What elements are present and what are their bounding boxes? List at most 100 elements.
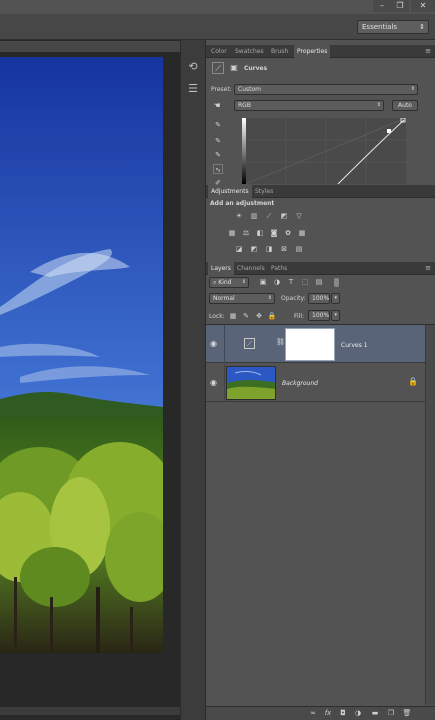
- opacity-slider-toggle[interactable]: ▾: [331, 293, 340, 304]
- curves-graph[interactable]: [245, 117, 407, 185]
- preset-dropdown[interactable]: Custom ⇕: [234, 84, 418, 95]
- hue-saturation-icon[interactable]: ▦: [227, 228, 237, 238]
- layer-thumbnail[interactable]: [226, 366, 276, 400]
- layer-style-icon[interactable]: fx: [323, 708, 333, 718]
- invert-icon[interactable]: ◪: [234, 244, 244, 254]
- lock-pixels-icon[interactable]: ✎: [241, 311, 251, 321]
- layer-mask-thumbnail[interactable]: [285, 328, 335, 361]
- filter-adjustment-icon[interactable]: ◑: [272, 277, 282, 287]
- adjust-panel-icon[interactable]: ☰: [184, 80, 202, 98]
- filter-toggle[interactable]: [334, 278, 339, 287]
- opacity-input[interactable]: 100%: [308, 293, 330, 304]
- filter-shape-icon[interactable]: ⬚: [300, 277, 310, 287]
- fill-slider-toggle[interactable]: ▾: [331, 310, 340, 321]
- preset-label: Preset:: [211, 86, 232, 93]
- layer-name: Curves 1: [341, 342, 368, 349]
- layers-scrollbar[interactable]: [425, 325, 435, 705]
- add-mask-icon[interactable]: ◘: [338, 708, 348, 718]
- tab-properties[interactable]: Properties: [294, 45, 331, 58]
- on-image-adjust-icon[interactable]: ☚: [211, 100, 223, 112]
- color-balance-icon[interactable]: ⚖: [241, 228, 251, 238]
- channel-dropdown[interactable]: RGB ⇕: [234, 100, 384, 111]
- tab-paths[interactable]: Paths: [268, 262, 290, 275]
- layer-name: Background: [282, 380, 318, 387]
- curves-adjustment-icon: ⟋: [212, 62, 224, 74]
- close-button[interactable]: ✕: [411, 0, 435, 12]
- eyedropper-white-icon[interactable]: ✎: [213, 150, 223, 160]
- black-white-icon[interactable]: ◧: [255, 228, 265, 238]
- tab-styles[interactable]: Styles: [252, 185, 276, 198]
- photo-filter-icon[interactable]: ◙: [269, 228, 279, 238]
- opacity-value: 100%: [312, 295, 330, 302]
- panel-menu-icon[interactable]: ≡: [425, 262, 431, 275]
- new-layer-icon[interactable]: ❐: [386, 708, 396, 718]
- fill-value: 100%: [312, 312, 330, 319]
- tab-color[interactable]: Color: [208, 45, 230, 58]
- curves-icon[interactable]: ⟋: [264, 211, 274, 221]
- tab-swatches[interactable]: Swatches: [232, 45, 267, 58]
- maximize-button[interactable]: ❐: [391, 0, 409, 12]
- history-icon[interactable]: ⟲: [184, 58, 202, 76]
- visibility-eye-icon[interactable]: ◉: [210, 378, 217, 387]
- new-adjustment-icon[interactable]: ◑: [353, 708, 363, 718]
- delete-layer-icon[interactable]: 🗑: [402, 708, 412, 718]
- minimize-icon: –: [380, 1, 384, 10]
- lock-label: Lock:: [209, 313, 225, 320]
- filter-type-icon[interactable]: T: [286, 277, 296, 287]
- lock-transparent-icon[interactable]: ▦: [228, 311, 238, 321]
- filter-smart-object-icon[interactable]: ▤: [314, 277, 324, 287]
- panel-menu-icon[interactable]: ≡: [425, 45, 431, 58]
- posterize-icon[interactable]: ◩: [249, 244, 259, 254]
- visibility-eye-icon[interactable]: ◉: [210, 339, 217, 348]
- gradient-map-icon[interactable]: ▤: [294, 244, 304, 254]
- layer-filter-dropdown[interactable]: ⌕ Kind ⇕: [209, 277, 249, 288]
- chevron-down-icon: ⇕: [376, 102, 381, 108]
- divider: [224, 364, 225, 402]
- filter-pixel-icon[interactable]: ▣: [258, 277, 268, 287]
- tab-adjustments[interactable]: Adjustments: [208, 185, 252, 198]
- properties-tabbar: Color Swatches Brush Properties ≡: [206, 45, 435, 58]
- brightness-icon[interactable]: ☀: [234, 211, 244, 221]
- levels-icon[interactable]: ▥: [249, 211, 259, 221]
- document-tab[interactable]: [0, 41, 180, 53]
- lock-position-icon[interactable]: ✥: [254, 311, 264, 321]
- options-bar: Essentials ⇕: [0, 14, 435, 40]
- eyedropper-black-icon[interactable]: ✎: [213, 120, 223, 130]
- workspace-switcher[interactable]: Essentials ⇕: [357, 20, 429, 34]
- lock-icon: 🔒: [408, 377, 418, 386]
- chevron-down-icon: ⇕: [410, 86, 415, 92]
- exposure-icon[interactable]: ◩: [279, 211, 289, 221]
- horizontal-scrollbar[interactable]: [0, 707, 180, 715]
- fill-input[interactable]: 100%: [308, 310, 330, 321]
- selective-color-icon[interactable]: ⊠: [279, 244, 289, 254]
- vibrance-icon[interactable]: ▽: [294, 211, 304, 221]
- chevron-down-icon: ⇕: [267, 295, 272, 301]
- blend-mode-dropdown[interactable]: Normal ⇕: [209, 293, 275, 304]
- new-group-icon[interactable]: ▬: [370, 708, 380, 718]
- landscape-thumbnail: [227, 367, 275, 399]
- curve-point-tool-icon[interactable]: ∿: [213, 164, 223, 174]
- link-layers-icon[interactable]: ∞: [308, 708, 318, 718]
- curves-layer-icon: ⟋: [244, 338, 255, 349]
- tab-layers[interactable]: Layers: [208, 262, 234, 275]
- channel-mixer-icon[interactable]: ✿: [283, 228, 293, 238]
- channel-value: RGB: [238, 102, 251, 109]
- color-lookup-icon[interactable]: ▦: [297, 228, 307, 238]
- maximize-icon: ❐: [396, 1, 404, 10]
- layer-row[interactable]: ◉ ⟋ ⛓ Curves 1: [206, 325, 425, 363]
- mask-icon[interactable]: ▣: [228, 62, 240, 74]
- vineyard-photo: [0, 57, 163, 653]
- tab-brush[interactable]: Brush: [268, 45, 291, 58]
- minimize-button[interactable]: –: [373, 0, 391, 12]
- tab-channels[interactable]: Channels: [234, 262, 268, 275]
- auto-button[interactable]: Auto: [392, 100, 418, 111]
- document-canvas[interactable]: [0, 57, 163, 653]
- workspace-label: Essentials: [362, 23, 398, 31]
- link-icon[interactable]: ⛓: [276, 338, 285, 346]
- lock-all-icon[interactable]: 🔒: [267, 311, 277, 321]
- layer-row[interactable]: ◉ Background 🔒: [206, 364, 425, 402]
- chevron-down-icon: ▾: [334, 312, 337, 318]
- threshold-icon[interactable]: ◨: [264, 244, 274, 254]
- eyedropper-gray-icon[interactable]: ✎: [213, 136, 223, 146]
- divider: [224, 325, 225, 363]
